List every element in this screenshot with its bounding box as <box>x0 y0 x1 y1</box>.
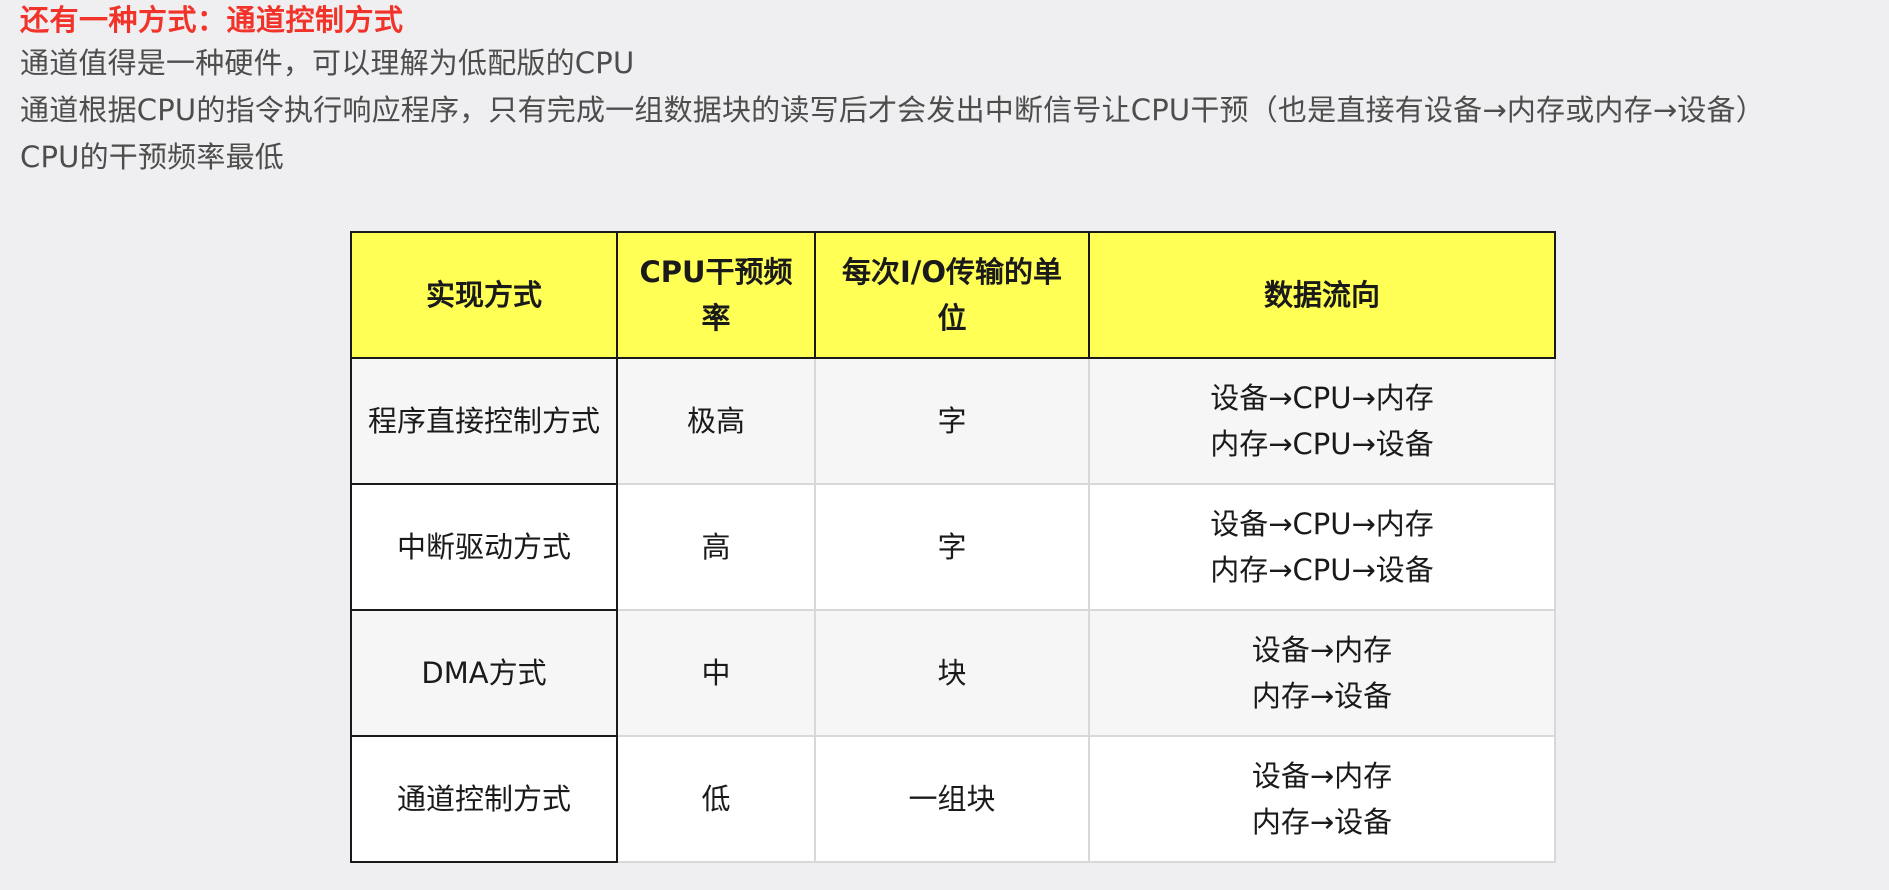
flow-line: 内存→CPU→设备 <box>1210 553 1434 587</box>
table-header-row: 实现方式 CPU干预频率 每次I/O传输的单位 数据流向 <box>350 231 1556 359</box>
flow-line: 内存→设备 <box>1251 679 1393 713</box>
cell-flow: 设备→CPU→内存 内存→CPU→设备 <box>1088 483 1556 611</box>
cell-method: DMA方式 <box>350 609 618 737</box>
flow-line: 内存→CPU→设备 <box>1210 427 1434 461</box>
cell-unit: 一组块 <box>814 735 1090 863</box>
cell-flow: 设备→内存 内存→设备 <box>1088 735 1556 863</box>
cell-unit: 字 <box>814 483 1090 611</box>
paragraph-channel-behavior: 通道根据CPU的指令执行响应程序，只有完成一组数据块的读写后才会发出中断信号让C… <box>20 93 1765 127</box>
cell-method: 中断驱动方式 <box>350 483 618 611</box>
cell-flow: 设备→CPU→内存 内存→CPU→设备 <box>1088 357 1556 485</box>
flow-line: 设备→内存 <box>1251 759 1393 793</box>
table-row: 通道控制方式 低 一组块 设备→内存 内存→设备 <box>350 735 1556 863</box>
flow-line: 设备→CPU→内存 <box>1210 507 1434 541</box>
cell-frequency: 低 <box>616 735 816 863</box>
flow-line: 设备→内存 <box>1251 633 1393 667</box>
paragraph-channel-definition: 通道值得是一种硬件，可以理解为低配版的CPU <box>20 46 635 80</box>
table-row: 中断驱动方式 高 字 设备→CPU→内存 内存→CPU→设备 <box>350 483 1556 611</box>
cell-unit: 块 <box>814 609 1090 737</box>
note-content: 还有一种方式：通道控制方式 通道值得是一种硬件，可以理解为低配版的CPU 通道根… <box>20 0 1879 181</box>
table-row: 程序直接控制方式 极高 字 设备→CPU→内存 内存→CPU→设备 <box>350 357 1556 485</box>
paragraph-cpu-frequency: CPU的干预频率最低 <box>20 140 284 174</box>
header-data-flow: 数据流向 <box>1088 231 1556 359</box>
io-control-comparison-table: 实现方式 CPU干预频率 每次I/O传输的单位 数据流向 程序直接控制方式 极高… <box>350 231 1556 863</box>
header-method: 实现方式 <box>350 231 618 359</box>
table-row: DMA方式 中 块 设备→内存 内存→设备 <box>350 609 1556 737</box>
cell-frequency: 中 <box>616 609 816 737</box>
cell-frequency: 极高 <box>616 357 816 485</box>
cell-method: 程序直接控制方式 <box>350 357 618 485</box>
header-cpu-frequency: CPU干预频率 <box>616 231 816 359</box>
cell-unit: 字 <box>814 357 1090 485</box>
header-transfer-unit: 每次I/O传输的单位 <box>814 231 1090 359</box>
section-heading: 还有一种方式：通道控制方式 <box>20 3 404 37</box>
cell-method: 通道控制方式 <box>350 735 618 863</box>
flow-line: 内存→设备 <box>1251 805 1393 839</box>
flow-line: 设备→CPU→内存 <box>1210 381 1434 415</box>
cell-flow: 设备→内存 内存→设备 <box>1088 609 1556 737</box>
cell-frequency: 高 <box>616 483 816 611</box>
